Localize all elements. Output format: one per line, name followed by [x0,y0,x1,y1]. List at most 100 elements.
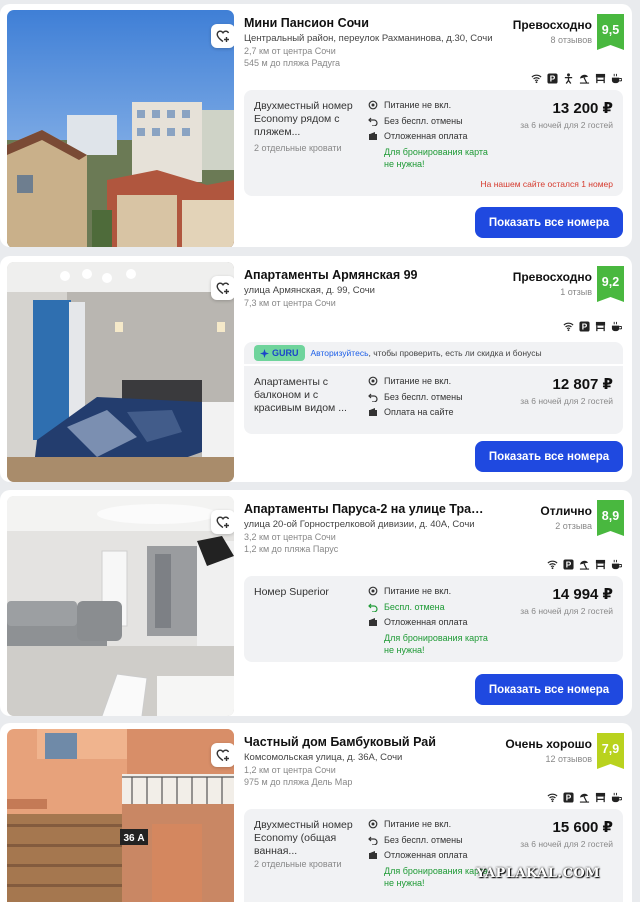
wifi-icon [563,322,574,332]
sparkle-icon [260,348,269,358]
price-block: 12 807 ₽ за 6 ночей для 2 гостей [520,375,613,406]
rooms-left-alert: На нашем сайте остался 1 номер [480,179,614,189]
breakfast-icon [611,73,622,84]
guru-banner[interactable]: GURU Авторизуйтесь, чтобы проверить, ест… [244,342,623,364]
parking-icon: P [563,792,574,803]
amenities-row: P [547,792,622,803]
rating-badge: 9,5 [597,14,624,50]
add-to-favorites-button[interactable] [211,510,234,534]
breakfast-icon [611,792,622,803]
meal-icon [368,376,378,386]
rating-badge: 9,2 [597,266,624,302]
price-block: 13 200 ₽ за 6 ночей для 2 гостей [520,99,613,130]
hotel-photo[interactable] [7,496,234,716]
add-to-favorites-button[interactable] [211,24,234,48]
amenities-row: P [547,559,622,570]
distance-beach: 975 м до пляжа Дель Мар [244,777,353,787]
room-features: Питание не вкл. Беспл. отмена Отложенная… [368,585,498,659]
hotel-card[interactable]: Апартаменты Армянская 99 улица Армянская… [0,256,632,482]
room-name[interactable]: Номер Superior [254,586,362,599]
restaurant-icon [595,792,606,803]
undo-icon [368,836,378,845]
hotel-card[interactable]: Мини Пансион Сочи Центральный район, пер… [0,4,632,247]
room-name[interactable]: Апартаменты с балконом и с красивым видо… [254,376,362,415]
payment-feature: Отложенная оплата [368,130,498,142]
wifi-icon [531,74,542,84]
parking-icon: P [547,73,558,84]
beach-icon [579,74,590,84]
hotel-photo[interactable] [7,10,234,247]
payment-feature: Оплата на сайте [368,406,498,418]
guru-text: Авторизуйтесь, чтобы проверить, есть ли … [310,348,542,358]
show-all-rooms-button[interactable]: Показать все номера [475,674,623,705]
hotel-photo[interactable]: 36 А [7,729,234,902]
hotel-photo[interactable] [7,262,234,482]
room-offer[interactable]: Двухместный номер Economy рядом с пляжем… [244,90,623,196]
meal-feature: Питание не вкл. [368,818,498,830]
amenities-row: P [531,73,622,84]
meal-icon [368,100,378,110]
room-offer[interactable]: Двухместный номер Economy (общая ванная.… [244,809,623,902]
review-count: 12 отзывов [545,754,592,764]
rating-block[interactable]: Превосходно 1 отзыв 9,2 [513,266,624,302]
rating-block[interactable]: Превосходно 8 отзывов 9,5 [513,14,624,50]
watermark: YAPLAKAL.COM [476,866,601,881]
show-all-rooms-button[interactable]: Показать все номера [475,441,623,472]
show-all-rooms-button[interactable]: Показать все номера [475,207,623,238]
parking-icon: P [563,559,574,570]
room-offer[interactable]: Номер Superior Питание не вкл. Беспл. от… [244,576,623,662]
price-amount: 15 600 ₽ [552,819,613,836]
meal-feature: Питание не вкл. [368,99,498,111]
hotel-name[interactable]: Апартаменты Паруса-2 на улице Транс... [244,502,489,516]
price-block: 14 994 ₽ за 6 ночей для 2 гостей [520,585,613,616]
wifi-icon [547,793,558,803]
restaurant-icon [595,73,606,84]
rating-word: Превосходно [512,270,592,284]
login-link[interactable]: Авторизуйтесь [311,348,369,358]
rating-block[interactable]: Отлично 2 отзыва 8,9 [540,500,624,536]
review-count: 2 отзыва [555,521,592,531]
meal-icon [368,586,378,596]
rating-badge: 8,9 [597,500,624,536]
heart-plus-icon [216,749,230,762]
hotel-name[interactable]: Апартаменты Армянская 99 [244,268,489,282]
beach-icon [579,793,590,803]
room-name[interactable]: Двухместный номер Economy (общая ванная.… [254,819,362,858]
room-name[interactable]: Двухместный номер Economy рядом с пляжем… [254,100,362,139]
heart-plus-icon [216,30,230,43]
svg-text:P: P [550,75,556,84]
rating-badge: 7,9 [597,733,624,769]
rating-block[interactable]: Очень хорошо 12 отзывов 7,9 [505,733,624,769]
hotel-name[interactable]: Частный дом Бамбуковый Рай [244,735,489,749]
hotel-name[interactable]: Мини Пансион Сочи [244,16,489,30]
restaurant-icon [595,559,606,570]
cancel-feature: Беспл. отмена [368,601,498,613]
price-block: 15 600 ₽ за 6 ночей для 2 гостей [520,818,613,849]
wallet-icon [369,408,377,416]
heart-plus-icon [216,516,230,529]
add-to-favorites-button[interactable] [211,276,234,300]
house-number: 36 А [123,833,144,844]
wallet-icon [369,618,377,626]
rating-word: Очень хорошо [505,737,592,751]
add-to-favorites-button[interactable] [211,743,234,767]
price-nights: за 6 ночей для 2 гостей [520,120,613,130]
room-features: Питание не вкл. Без беспл. отмены Оплата… [368,375,498,422]
review-count: 1 отзыв [560,287,592,297]
wallet-icon [369,132,377,140]
price-nights: за 6 ночей для 2 гостей [520,396,613,406]
cancel-feature: Без беспл. отмены [368,834,498,846]
cancel-feature: Без беспл. отмены [368,391,498,403]
room-offer[interactable]: Апартаменты с балконом и с красивым видо… [244,366,623,434]
cancel-feature: Без беспл. отмены [368,115,498,127]
svg-text:P: P [582,323,588,332]
undo-icon [368,603,378,612]
wifi-icon [547,560,558,570]
rating-word: Превосходно [512,18,592,32]
breakfast-icon [611,559,622,570]
svg-text:P: P [566,561,572,570]
no-card-note: Для бронирования карта не нужна! [384,146,488,169]
room-beds: 2 отдельные кровати [254,143,342,153]
hotel-card[interactable]: Апартаменты Паруса-2 на улице Транс... у… [0,490,632,716]
restaurant-icon [595,321,606,332]
